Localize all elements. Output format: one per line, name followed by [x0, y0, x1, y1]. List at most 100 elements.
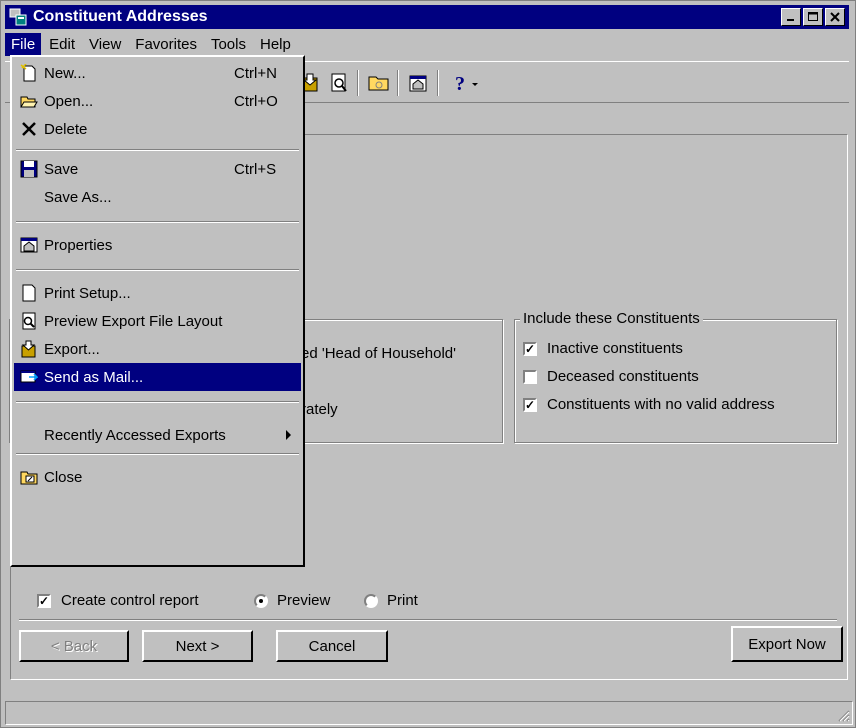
include-constituents-group: Include these Constituents ✓ Inactive co…: [514, 310, 837, 443]
no-valid-address-checkbox[interactable]: ✓ Constituents with no valid address: [523, 396, 775, 413]
app-window: Constituent Addresses File Edit View Fav…: [0, 0, 856, 728]
menu-item-properties[interactable]: Properties: [14, 231, 301, 259]
preview-radio[interactable]: Preview: [254, 592, 330, 609]
menu-separator: [16, 453, 299, 455]
send-mail-icon: [20, 370, 38, 383]
open-folder-icon: [20, 96, 38, 108]
deceased-constituents-label: Deceased constituents: [547, 368, 699, 385]
svg-text:?: ?: [455, 73, 465, 94]
page-icon: [22, 284, 36, 302]
button-divider: [19, 619, 837, 621]
menu-item-close[interactable]: Close: [14, 463, 301, 491]
menu-separator: [16, 269, 299, 271]
menu-item-print-setup[interactable]: Print Setup...: [14, 279, 301, 307]
folder-icon[interactable]: [367, 72, 391, 94]
window-title: Constituent Addresses: [33, 8, 208, 25]
new-file-icon: [20, 64, 36, 82]
export-icon: [21, 340, 36, 358]
menu-item-export[interactable]: Export...: [14, 335, 301, 363]
properties-icon: [20, 237, 38, 253]
menu-item-recent-exports[interactable]: Recently Accessed Exports: [14, 421, 301, 449]
menu-edit[interactable]: Edit: [43, 33, 81, 56]
submenu-arrow-icon: [286, 430, 291, 440]
deceased-constituents-checkbox[interactable]: Deceased constituents: [523, 368, 699, 385]
cancel-button[interactable]: Cancel: [276, 630, 388, 662]
menu-help[interactable]: Help: [254, 33, 297, 56]
print-radio[interactable]: Print: [364, 592, 418, 609]
control-report-label: Create control report: [61, 592, 199, 609]
inactive-constituents-checkbox[interactable]: ✓ Inactive constituents: [523, 340, 683, 357]
close-button[interactable]: [825, 8, 845, 26]
back-button[interactable]: < Back: [19, 630, 129, 662]
menu-item-open-shortcut: Ctrl+O: [234, 92, 278, 110]
menu-separator: [16, 401, 299, 403]
menu-item-recent-exports-label: Recently Accessed Exports: [44, 426, 226, 444]
properties-icon[interactable]: [407, 72, 431, 94]
maximize-button[interactable]: [803, 8, 823, 26]
inactive-constituents-label: Inactive constituents: [547, 340, 683, 357]
save-disk-icon: [20, 160, 38, 178]
export-now-button-label: Export Now: [748, 635, 826, 653]
checkbox-unchecked-icon: [523, 369, 537, 384]
checkbox-checked-icon: ✓: [523, 397, 537, 412]
chevron-down-icon[interactable]: [469, 72, 481, 94]
menu-item-delete[interactable]: Delete: [14, 115, 301, 143]
status-bar: [5, 701, 853, 725]
no-valid-address-label: Constituents with no valid address: [547, 396, 775, 413]
menu-favorites[interactable]: Favorites: [129, 33, 203, 56]
menu-item-export-label: Export...: [44, 340, 100, 358]
include-group-title: Include these Constituents: [520, 310, 703, 327]
next-button[interactable]: Next >: [142, 630, 253, 662]
checkbox-checked-icon: ✓: [37, 593, 51, 608]
menu-item-preview-layout[interactable]: Preview Export File Layout: [14, 307, 301, 335]
preview-icon[interactable]: [327, 72, 351, 94]
checkbox-checked-icon: ✓: [523, 341, 537, 356]
menu-item-open-label: Open...: [44, 92, 94, 110]
menu-item-new-shortcut: Ctrl+N: [234, 64, 277, 82]
title-bar[interactable]: Constituent Addresses: [5, 5, 849, 29]
export-now-button[interactable]: Export Now: [731, 626, 843, 662]
menu-tools[interactable]: Tools: [205, 33, 252, 56]
menu-item-send-mail[interactable]: Send as Mail...: [14, 363, 301, 391]
menu-item-open[interactable]: Open... Ctrl+O: [14, 87, 301, 115]
preview-magnifier-icon: [22, 312, 36, 330]
menu-file[interactable]: File: [5, 32, 42, 56]
menu-item-save[interactable]: Save Ctrl+S: [14, 155, 301, 183]
radio-selected-icon: [254, 593, 268, 608]
preview-radio-label: Preview: [277, 592, 331, 609]
menu-item-delete-label: Delete: [44, 120, 88, 138]
control-report-checkbox[interactable]: ✓ Create control report: [37, 592, 199, 609]
menu-item-close-label: Close: [44, 468, 83, 486]
menu-view[interactable]: View: [83, 33, 127, 56]
print-radio-label: Print: [387, 592, 418, 609]
menu-separator: [16, 149, 299, 151]
app-icon: [9, 8, 27, 26]
toolbar-separator: [437, 70, 439, 96]
minimize-icon: [787, 19, 794, 21]
menu-item-save-shortcut: Ctrl+S: [234, 160, 277, 178]
close-icon: [830, 12, 840, 22]
minimize-button[interactable]: [781, 8, 801, 26]
menu-item-new[interactable]: New... Ctrl+N: [14, 59, 301, 87]
radio-unselected-icon: [364, 593, 378, 608]
next-button-label: Next >: [175, 637, 220, 655]
menu-item-send-mail-label: Send as Mail...: [44, 368, 144, 386]
menu-item-new-label: New...: [44, 64, 86, 82]
toolbar-separator: [357, 70, 359, 96]
back-button-label: < Back: [50, 637, 98, 655]
menu-item-properties-label: Properties: [44, 236, 113, 254]
menu-item-save-as-label: Save As...: [44, 188, 112, 206]
menu-item-preview-layout-label: Preview Export File Layout: [44, 312, 223, 330]
menu-item-save-as[interactable]: Save As...: [14, 183, 301, 211]
maximize-icon: [808, 12, 818, 21]
menu-item-print-setup-label: Print Setup...: [44, 284, 131, 302]
toolbar-separator: [397, 70, 399, 96]
cancel-button-label: Cancel: [308, 637, 356, 655]
delete-x-icon: [22, 122, 36, 136]
head-of-household-text: ed 'Head of Household': [301, 345, 457, 362]
resize-grip-icon[interactable]: [836, 708, 850, 722]
separately-text: rately: [301, 401, 338, 418]
close-folder-icon: [20, 471, 38, 485]
menu-separator: [16, 221, 299, 223]
menu-item-save-label: Save: [44, 160, 79, 178]
